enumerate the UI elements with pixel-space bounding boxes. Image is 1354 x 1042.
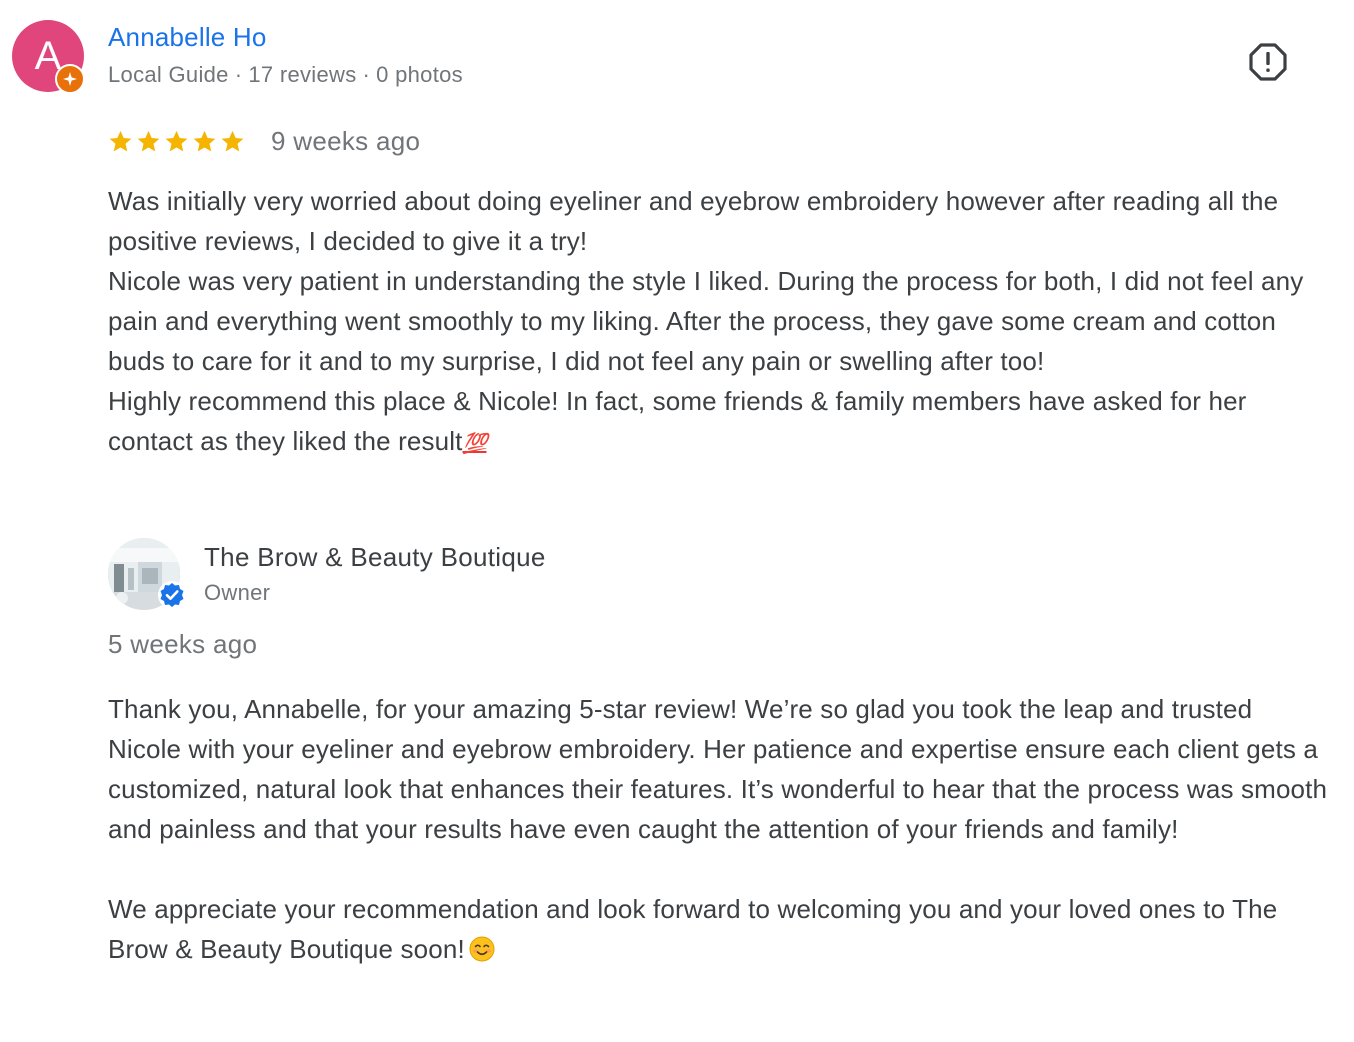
rating-row: 9 weeks ago xyxy=(108,124,420,158)
review-paragraph-text: Highly recommend this place & Nicole! In… xyxy=(108,386,1247,456)
verified-badge-icon xyxy=(157,580,187,610)
review-text: Was initially very worried about doing e… xyxy=(108,181,1328,464)
local-guide-badge-icon xyxy=(55,64,85,94)
review-paragraph: Highly recommend this place & Nicole! In… xyxy=(108,381,1328,464)
reviewer-review-count: 17 reviews xyxy=(248,62,357,87)
separator-dot: · xyxy=(234,62,243,87)
owner-name: The Brow & Beauty Boutique xyxy=(204,542,546,572)
star-icon xyxy=(109,130,132,151)
review-paragraph: Nicole was very patient in understanding… xyxy=(108,266,1304,376)
reply-paragraph: Thank you, Annabelle, for your amazing 5… xyxy=(108,694,1328,844)
reply-paragraph: We appreciate your recommendation and lo… xyxy=(108,889,1328,969)
hundred-points-emoji: 💯 xyxy=(462,433,488,455)
reviewer-name[interactable]: Annabelle Ho xyxy=(108,22,267,53)
separator-dot: · xyxy=(362,62,371,87)
reviewer-photo-count: 0 photos xyxy=(376,62,463,87)
owner-role: Owner xyxy=(204,580,271,605)
smiling-face-emoji-icon xyxy=(469,936,495,962)
review-time: 9 weeks ago xyxy=(271,125,421,156)
star-icon xyxy=(193,130,216,151)
reply-time: 5 weeks ago xyxy=(108,629,258,659)
star-rating xyxy=(108,129,245,154)
report-icon[interactable] xyxy=(1246,40,1290,84)
star-icon xyxy=(165,130,188,151)
reviewer-meta: Local Guide · 17 reviews · 0 photos xyxy=(108,62,463,88)
star-icon xyxy=(221,130,244,151)
reply-paragraph-text: We appreciate your recommendation and lo… xyxy=(108,894,1278,964)
reviewer-level: Local Guide xyxy=(108,62,229,87)
review-paragraph: Was initially very worried about doing e… xyxy=(108,186,1279,256)
owner-reply-text: Thank you, Annabelle, for your amazing 5… xyxy=(108,689,1328,969)
review-card: A Annabelle Ho Local Guide · 17 reviews · 0 … xyxy=(0,0,1354,1042)
star-icon xyxy=(137,130,160,151)
